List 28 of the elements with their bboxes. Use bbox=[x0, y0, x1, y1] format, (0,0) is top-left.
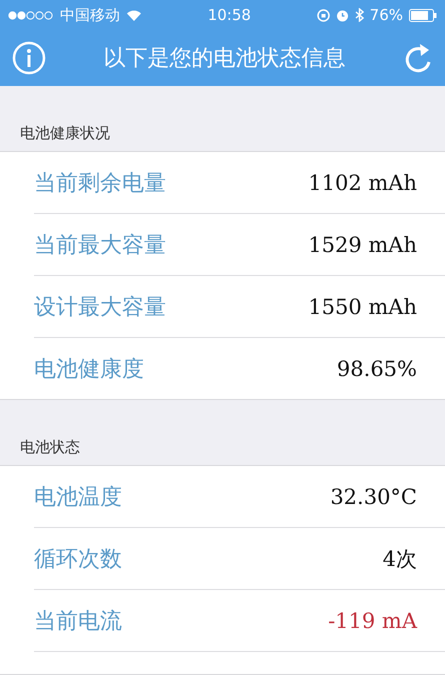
wifi-icon bbox=[126, 9, 142, 21]
nav-title: 以下是您的电池状态信息 bbox=[102, 45, 346, 73]
rotation-lock-icon bbox=[316, 8, 330, 22]
row-value: 32.30°C bbox=[330, 484, 417, 508]
row-label: 当前剩余电量 bbox=[34, 170, 166, 198]
row-label: 当前电流 bbox=[34, 608, 122, 636]
row-label: 当前最大容量 bbox=[34, 232, 166, 260]
status-time: 10:58 bbox=[206, 6, 252, 24]
info-icon[interactable] bbox=[12, 41, 46, 75]
row-value: 98.65% bbox=[336, 356, 417, 380]
signal-icon bbox=[8, 10, 54, 20]
row-value: -119 mA bbox=[328, 608, 417, 632]
row-label: 电池温度 bbox=[34, 484, 122, 512]
alarm-icon bbox=[336, 8, 349, 22]
row-value: 1102 mAh bbox=[308, 170, 417, 194]
row-value: 1529 mAh bbox=[308, 232, 417, 256]
bluetooth-icon bbox=[354, 8, 364, 22]
row-label: 循环次数 bbox=[34, 546, 122, 574]
section-header: 电池状态 bbox=[19, 437, 81, 458]
row-label: 电池健康度 bbox=[34, 356, 144, 384]
refresh-icon[interactable] bbox=[403, 42, 433, 74]
battery-percent: 76% bbox=[370, 6, 403, 24]
battery-icon bbox=[409, 8, 437, 22]
row-value: 1550 mAh bbox=[308, 294, 417, 318]
row-value: 4次 bbox=[382, 546, 417, 572]
row-label: 设计最大容量 bbox=[34, 294, 166, 322]
carrier-name: 中国移动 bbox=[60, 6, 120, 24]
section-header: 电池健康状况 bbox=[19, 123, 111, 144]
